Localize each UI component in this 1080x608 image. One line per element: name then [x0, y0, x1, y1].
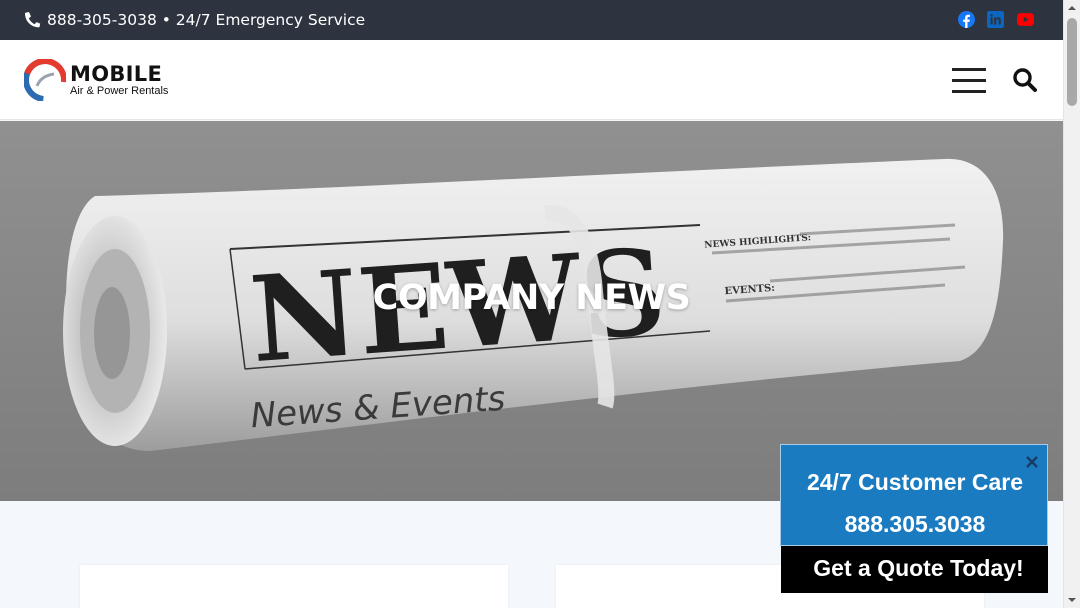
- site-logo[interactable]: MOBILE Air & Power Rentals: [24, 59, 168, 101]
- page-scrollbar[interactable]: [1063, 0, 1080, 608]
- page-title: COMPANY NEWS: [372, 278, 691, 318]
- customer-care-phone[interactable]: 888.305.3038: [781, 511, 1049, 538]
- search-icon[interactable]: [1012, 66, 1038, 94]
- logo-mark-icon: [24, 59, 66, 101]
- facebook-icon[interactable]: [958, 11, 975, 28]
- scroll-down-icon[interactable]: [1064, 592, 1080, 608]
- top-bar: 888-305-3038 • 24/7 Emergency Service: [0, 0, 1063, 40]
- linkedin-icon[interactable]: [987, 11, 1004, 28]
- get-quote-button[interactable]: Get a Quote Today!: [781, 546, 1048, 593]
- site-header: MOBILE Air & Power Rentals: [0, 40, 1063, 120]
- youtube-icon[interactable]: [1016, 11, 1034, 28]
- phone-icon: [25, 12, 41, 28]
- logo-subtitle: Air & Power Rentals: [70, 84, 169, 97]
- customer-care-title: 24/7 Customer Care: [806, 469, 1024, 495]
- customer-care-panel[interactable]: 24/7 Customer Care 888.305.3038: [780, 444, 1048, 546]
- social-links: [958, 11, 1034, 28]
- hamburger-icon[interactable]: [952, 68, 986, 93]
- page: 888-305-3038 • 24/7 Emergency Service MO…: [0, 0, 1080, 608]
- logo-title: MOBILE: [70, 61, 163, 86]
- customer-care-widget: 24/7 Customer Care 888.305.3038 Get a Qu…: [780, 444, 1048, 593]
- scroll-up-icon[interactable]: [1064, 0, 1080, 16]
- top-phone-text[interactable]: 888-305-3038 • 24/7 Emergency Service: [47, 11, 365, 29]
- close-icon[interactable]: [1025, 455, 1039, 469]
- news-card[interactable]: [80, 565, 508, 608]
- scroll-thumb[interactable]: [1067, 18, 1077, 106]
